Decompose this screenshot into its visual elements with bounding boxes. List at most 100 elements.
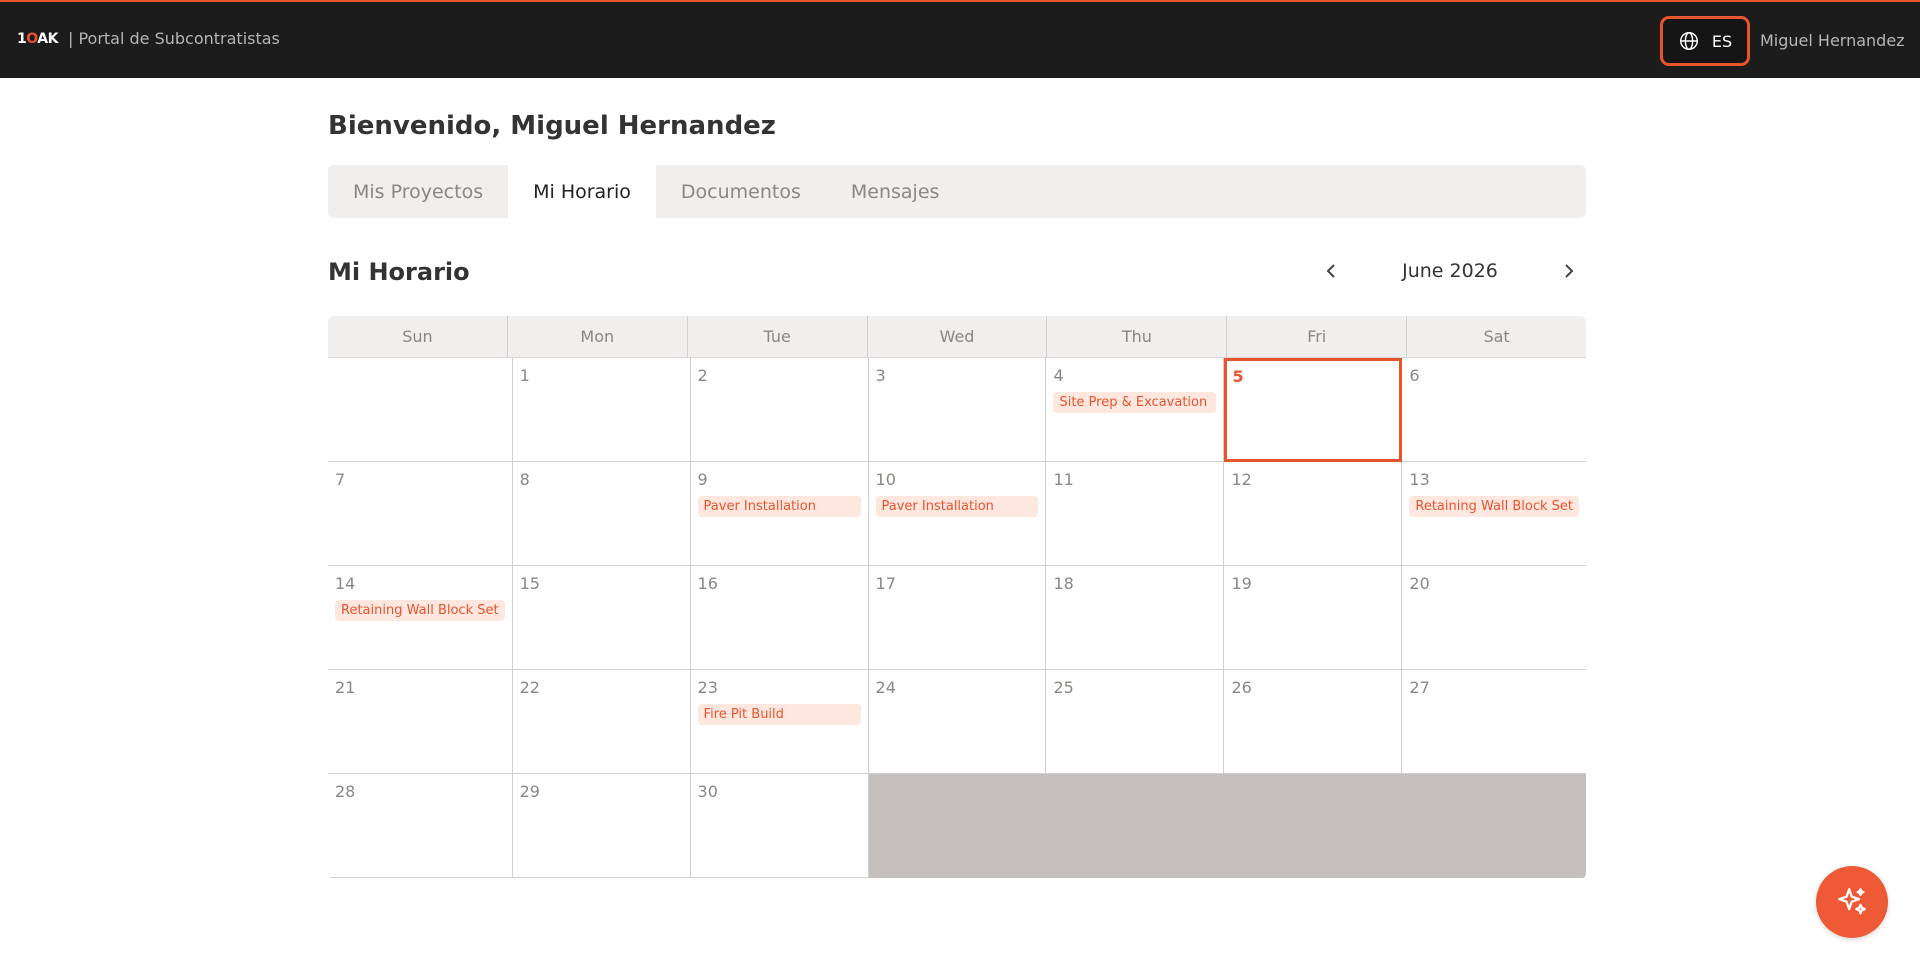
day-number: 15: [519, 574, 540, 593]
day-number: 2: [697, 366, 708, 385]
weekday-header-sat: Sat: [1483, 327, 1510, 346]
month-label: June 2026: [1402, 260, 1498, 282]
day-number: 19: [1231, 574, 1252, 593]
calendar-day-7[interactable]: 7: [328, 462, 513, 566]
calendar-filler-cell: [1402, 774, 1586, 878]
calendar-event[interactable]: Paver Installation: [875, 496, 1039, 517]
calendar-empty-cell: [328, 358, 513, 462]
day-number: 24: [875, 678, 896, 697]
top-bar: 1OAK | Portal de Subcontratistas ES Migu…: [0, 0, 1920, 78]
calendar-day-15[interactable]: 15: [512, 566, 691, 670]
day-number: 27: [1409, 678, 1430, 697]
weekday-header-tue: Tue: [688, 316, 868, 357]
calendar-day-13[interactable]: 13 Retaining Wall Block Set: [1402, 462, 1586, 566]
calendar-day-11[interactable]: 11: [1046, 462, 1225, 566]
calendar-day-17[interactable]: 17: [868, 566, 1047, 670]
weekday-header-wed: Wed: [868, 316, 1048, 357]
calendar-day-18[interactable]: 18: [1046, 566, 1225, 670]
calendar-event[interactable]: Fire Pit Build: [697, 704, 861, 725]
calendar-day-4[interactable]: 4 Site Prep & Excavation: [1046, 358, 1225, 462]
day-number: 29: [519, 782, 540, 801]
calendar-day-26[interactable]: 26: [1224, 670, 1403, 774]
day-number: 22: [519, 678, 540, 697]
calendar-event[interactable]: Retaining Wall Block Set: [1409, 496, 1579, 517]
calendar-day-22[interactable]: 22: [512, 670, 691, 774]
calendar-filler-cell: [868, 774, 1047, 878]
weekday-header-sun: Sun: [328, 316, 508, 357]
tab-mensajes[interactable]: Mensajes: [826, 165, 965, 218]
language-switcher-button[interactable]: ES: [1660, 16, 1750, 66]
calendar-day-19[interactable]: 19: [1224, 566, 1403, 670]
calendar-filler-cell: [1224, 774, 1403, 878]
assistant-button[interactable]: [1816, 866, 1888, 938]
calendar-day-5[interactable]: 5: [1224, 358, 1403, 462]
day-number: 9: [697, 470, 708, 489]
day-number: 26: [1231, 678, 1252, 697]
schedule-title: Mi Horario: [328, 258, 470, 286]
calendar-day-25[interactable]: 25: [1046, 670, 1225, 774]
tab-mi-horario[interactable]: Mi Horario: [508, 165, 656, 218]
day-number: 7: [335, 470, 346, 489]
calendar-day-8[interactable]: 8: [512, 462, 691, 566]
calendar-day-24[interactable]: 24: [868, 670, 1047, 774]
calendar-day-12[interactable]: 12: [1224, 462, 1403, 566]
day-number: 5: [1232, 367, 1244, 386]
day-number: 17: [875, 574, 896, 593]
calendar-day-20[interactable]: 20: [1402, 566, 1586, 670]
brand: 1OAK | Portal de Subcontratistas: [17, 29, 280, 48]
tab-mis-proyectos[interactable]: Mis Proyectos: [328, 165, 508, 218]
calendar-day-10[interactable]: 10 Paver Installation: [868, 462, 1047, 566]
chevron-right-icon: [1565, 264, 1574, 278]
company-logo[interactable]: 1OAK: [17, 31, 58, 47]
calendar-day-21[interactable]: 21: [328, 670, 513, 774]
calendar-day-27[interactable]: 27: [1402, 670, 1586, 774]
day-number: 23: [697, 678, 718, 697]
welcome-heading: Bienvenido, Miguel Hernandez: [328, 111, 776, 141]
calendar-day-23[interactable]: 23 Fire Pit Build: [690, 670, 869, 774]
day-number: 3: [875, 366, 886, 385]
calendar-day-30[interactable]: 30: [690, 774, 869, 878]
calendar-day-3[interactable]: 3: [868, 358, 1047, 462]
day-number: 28: [335, 782, 356, 801]
day-number: 14: [335, 574, 356, 593]
calendar-day-14[interactable]: 14 Retaining Wall Block Set: [328, 566, 513, 670]
calendar: Sun Mon Tue Wed Thu Fri Sat 1 2 3 4 Site Prep & Ex…: [328, 316, 1586, 879]
calendar-event[interactable]: Site Prep & Excavation: [1053, 392, 1217, 413]
calendar-day-9[interactable]: 9 Paver Installation: [690, 462, 869, 566]
calendar-day-16[interactable]: 16: [690, 566, 869, 670]
sparkle-icon: [1838, 888, 1866, 915]
user-name[interactable]: Miguel Hernandez: [1760, 31, 1905, 50]
day-number: 10: [875, 470, 896, 489]
calendar-day-6[interactable]: 6: [1402, 358, 1586, 462]
day-number: 20: [1409, 574, 1430, 593]
day-number: 16: [697, 574, 718, 593]
calendar-day-1[interactable]: 1: [512, 358, 691, 462]
day-number: 4: [1053, 366, 1064, 385]
day-number: 11: [1053, 470, 1074, 489]
calendar-grid: 1 2 3 4 Site Prep & Excavation 5 6 7 8 9 Paver Ins…: [328, 358, 1586, 878]
calendar-filler-cell: [1046, 774, 1225, 878]
language-code: ES: [1711, 31, 1733, 51]
prev-month-button[interactable]: [1315, 255, 1347, 287]
portal-title: | Portal de Subcontratistas: [67, 29, 280, 48]
day-number: 13: [1409, 470, 1430, 489]
globe-icon: [1678, 30, 1700, 52]
weekday-header-thu: Thu: [1047, 316, 1228, 357]
tab-documentos[interactable]: Documentos: [656, 165, 826, 218]
next-month-button[interactable]: [1553, 255, 1585, 287]
day-number: 18: [1053, 574, 1074, 593]
day-number: 8: [519, 470, 530, 489]
weekday-header-fri: Fri: [1227, 316, 1408, 357]
day-number: 30: [697, 782, 718, 801]
calendar-event[interactable]: Paver Installation: [697, 496, 861, 517]
day-number: 25: [1053, 678, 1074, 697]
calendar-event[interactable]: Retaining Wall Block Set: [335, 600, 505, 621]
day-number: 6: [1409, 366, 1420, 385]
calendar-weekday-header: Sun Mon Tue Wed Thu Fri Sat: [328, 316, 1586, 358]
calendar-day-2[interactable]: 2: [690, 358, 869, 462]
day-number: 1: [519, 366, 530, 385]
day-number: 21: [335, 678, 356, 697]
calendar-day-29[interactable]: 29: [512, 774, 691, 878]
calendar-day-28[interactable]: 28: [328, 774, 513, 878]
month-navigation: June 2026: [1315, 256, 1585, 286]
